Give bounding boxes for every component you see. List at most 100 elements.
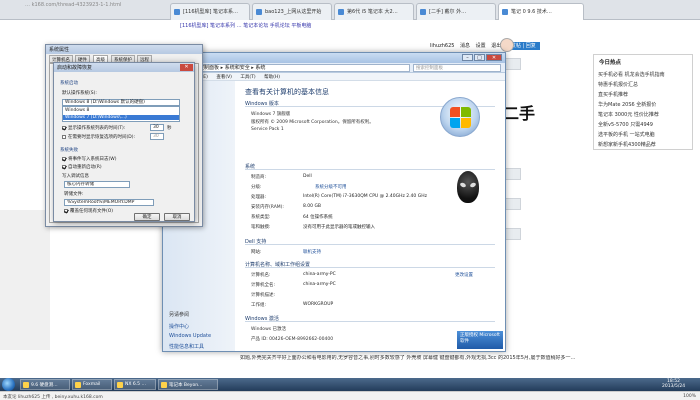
browser-tab-active[interactable]: 笔记 0 9.6 技术…: [498, 3, 584, 20]
os-dropdown-list: Windows 8 Windows 7 (D:\Windows\...): [62, 106, 180, 122]
close-icon[interactable]: ✕: [486, 54, 502, 61]
left-margin: [0, 210, 50, 350]
debug-type-select[interactable]: 核心内存转储: [64, 181, 130, 188]
tab-label: bao123_上网从这里开始: [265, 9, 322, 15]
tab-label: 笔记 0 9.6 技术…: [511, 9, 552, 15]
divider: [245, 244, 495, 245]
debug-info-label: 写入调试信息: [62, 174, 89, 179]
logo-eye: [469, 181, 477, 189]
hot-topics-title: 今日热点: [599, 60, 622, 66]
change-settings-link[interactable]: 更改设置: [455, 272, 473, 278]
avatar[interactable]: [500, 38, 514, 52]
browser-tab[interactable]: [二手] 戴尔 外…: [416, 3, 496, 20]
hot-topic-link[interactable]: 特惠手机报价汇总: [598, 81, 638, 88]
cancel-button[interactable]: 取消: [164, 213, 190, 221]
info-label: 安装内存(RAM):: [251, 205, 284, 210]
info-value: Dell: [303, 174, 312, 179]
search-input[interactable]: 搜索控制面板: [413, 64, 501, 72]
checkbox-label: 显示操作系统列表的时间(T):: [68, 126, 126, 131]
info-value: 没有可用于此显示器的笔或触控输入: [303, 225, 375, 230]
see-also-link[interactable]: Windows Update: [169, 333, 211, 339]
hot-topic-link[interactable]: 华为Mate 20S6 全新报价: [598, 101, 656, 108]
checkbox-checked[interactable]: [64, 208, 68, 213]
taskbar-item[interactable]: 笔记本 Beyon…: [158, 379, 218, 390]
show-recovery-label: 在需要时显示恢复选项的时间(D):: [62, 134, 135, 140]
online-support-link[interactable]: 联机支持: [303, 249, 321, 255]
checkbox-checked[interactable]: [62, 164, 66, 169]
window-titlebar[interactable]: – □ ✕: [163, 53, 505, 63]
overwrite-option: 覆盖任何现有文件(O): [64, 208, 113, 214]
info-value: china-army-PC: [303, 282, 336, 287]
app-icon: [161, 382, 167, 388]
rating-link[interactable]: 系统分级不可用: [315, 184, 347, 190]
hot-topic-link[interactable]: 全新v5-5700 只需4949: [598, 121, 653, 128]
info-label: 制造商:: [251, 175, 267, 180]
dropdown-option[interactable]: Windows 8: [65, 108, 89, 113]
see-also-link[interactable]: 性能信息和工具: [169, 343, 204, 350]
show-list-seconds[interactable]: 30: [150, 124, 164, 131]
browser-tab[interactable]: 第6代 i5 笔记本 大2…: [334, 3, 414, 20]
info-value: 8.00 GB: [303, 204, 322, 209]
system-control-panel-window: – □ ✕ ◀ ▶ 控制面板 ▸ 系统和安全 ▸ 系统 搜索控制面板 文件(F)…: [162, 52, 506, 352]
system-startup-group: 系统启动: [60, 81, 78, 86]
toolbar-link[interactable]: 设置: [476, 43, 486, 49]
system-info-main: 查看有关计算机的基本信息 Windows 版本 Windows 7 旗舰版 版权…: [235, 81, 505, 351]
info-value: Intel(R) Core(TM) i7-3630QM CPU @ 2.40GH…: [303, 194, 427, 199]
address-url[interactable]: … k168.com/thread-4323923-1-1.html: [25, 2, 121, 8]
ok-button[interactable]: 确定: [134, 213, 160, 221]
taskbar-item[interactable]: NX 6.5 …: [114, 379, 156, 390]
taskbar-item[interactable]: Foxmail: [72, 379, 112, 390]
menu-tools[interactable]: 工具(T): [240, 75, 255, 80]
checkbox-label: 在需要时显示恢复选项的时间(D):: [68, 135, 135, 140]
hot-topics-panel: 今日热点 买手机必看 机龙会选手机指南 特惠手机报价汇总 直买手机推荐 华为Ma…: [593, 54, 693, 150]
checkbox-checked[interactable]: [62, 156, 66, 161]
see-also-link[interactable]: 操作中心: [169, 323, 189, 330]
menu-help[interactable]: 帮助(H): [264, 75, 280, 80]
write-event-option: 将事件写入系统日志(W): [62, 156, 116, 162]
maximize-icon[interactable]: □: [474, 54, 485, 61]
dialog-title[interactable]: 系统属性: [46, 45, 202, 54]
start-button-icon[interactable]: [2, 378, 15, 391]
dump-file-label: 转储文件:: [64, 192, 84, 197]
flag-yellow-quadrant: [461, 118, 471, 128]
minimize-icon[interactable]: –: [462, 54, 473, 61]
dump-file-input[interactable]: %SystemRoot%\MEMORY.DMP: [64, 199, 154, 206]
checkbox-label: 自动重新启动(R): [68, 165, 102, 170]
forum-top-links[interactable]: [116机型库] 笔记本系列 … 笔记本论坛 手机论坛 平板电脑: [180, 22, 311, 29]
activation-status: Windows 已激活: [251, 327, 287, 332]
service-pack: Service Pack 1: [251, 127, 284, 132]
page-favicon-icon: [256, 9, 262, 15]
taskbar-label: Foxmail: [83, 382, 101, 387]
hot-topic-link[interactable]: 直买手机推荐: [598, 91, 628, 98]
menu-view[interactable]: 查看(V): [216, 75, 232, 80]
hot-topic-link[interactable]: 选平板的手机 一站式电脑: [598, 131, 655, 138]
show-list-label: 显示操作系统列表的时间(T):: [62, 125, 125, 131]
address-bar: ◀ ▶ 控制面板 ▸ 系统和安全 ▸ 系统 搜索控制面板: [163, 63, 505, 73]
default-os-select[interactable]: Windows 8 (D:\Windows 默认的硬盘): [62, 99, 180, 106]
dropdown-option-selected[interactable]: Windows 7 (D:\Windows\...): [63, 115, 179, 120]
close-icon[interactable]: ✕: [180, 64, 193, 71]
copyright-text: 版权所有 © 2009 Microsoft Corporation。保留所有权利…: [251, 120, 374, 125]
taskbar-item[interactable]: 9.6 硬盘测…: [20, 379, 70, 390]
browser-tab[interactable]: bao123_上网从这里开始: [252, 3, 332, 20]
app-icon: [117, 382, 123, 388]
see-also-title: 另请参阅: [169, 312, 190, 318]
tab-label: [116机型库] 笔记本系…: [183, 9, 239, 15]
username[interactable]: lihuzh625: [430, 43, 454, 49]
show-recovery-seconds[interactable]: 30: [150, 133, 164, 140]
default-os-label: 默认操作系统(S):: [62, 91, 97, 96]
taskbar-label: 9.6 硬盘测…: [31, 383, 58, 388]
checkbox-checked[interactable]: [62, 125, 66, 130]
breadcrumb[interactable]: 控制面板 ▸ 系统和安全 ▸ 系统: [195, 64, 410, 72]
checkbox[interactable]: [62, 134, 66, 139]
system-clock[interactable]: 18:52 2013/5/24: [662, 379, 685, 389]
toolbar-link[interactable]: 消息: [460, 43, 470, 49]
flag-red-quadrant: [450, 107, 460, 117]
checkbox-label: 覆盖任何现有文件(O): [70, 209, 114, 214]
browser-tab[interactable]: [116机型库] 笔记本系…: [170, 3, 250, 20]
hot-topic-link[interactable]: 新想家新手机4300精品荐: [598, 141, 656, 148]
genuine-software-badge[interactable]: 正版授权 Microsoft 软件: [457, 331, 503, 349]
dialog-title[interactable]: 启动和故障恢复: [54, 63, 194, 72]
hot-topic-link[interactable]: 买手机必看 机龙会选手机指南: [598, 71, 665, 78]
hot-topic-link[interactable]: 笔记本 3000元 性价比推荐: [598, 111, 659, 118]
